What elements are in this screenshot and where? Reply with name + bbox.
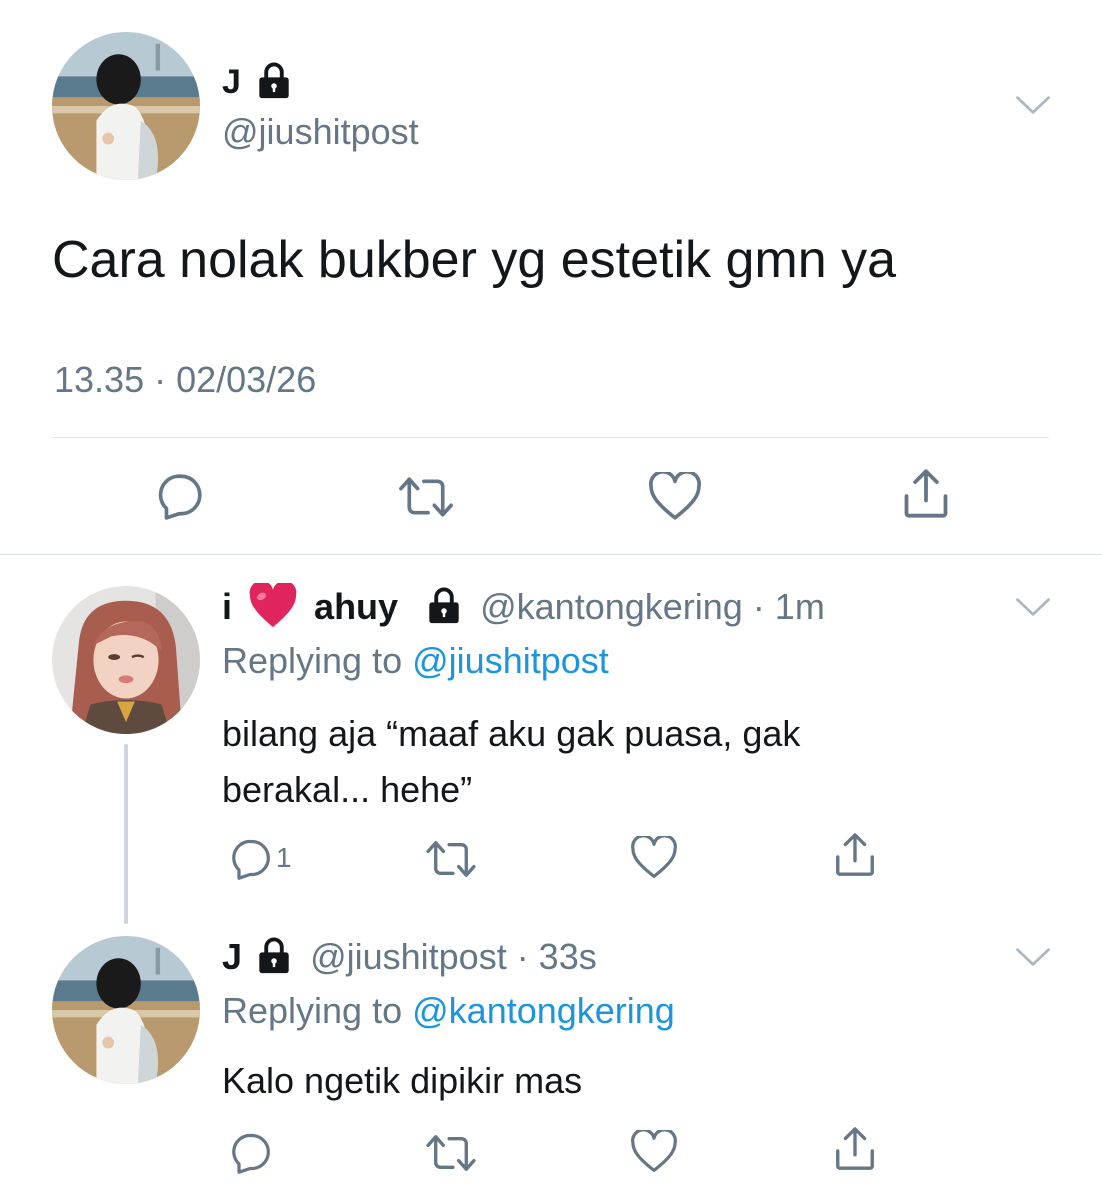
thread-line bbox=[124, 744, 128, 924]
like-icon bbox=[630, 1130, 678, 1174]
main-tweet-avatar[interactable] bbox=[52, 32, 200, 180]
reply-1-text: bilang aja “maaf aku gak puasa, gak bera… bbox=[222, 706, 800, 818]
mention-link[interactable]: @kantongkering bbox=[412, 990, 675, 1031]
chevron-down-icon[interactable] bbox=[1014, 596, 1052, 618]
lock-icon bbox=[256, 936, 292, 974]
retweet-button[interactable] bbox=[424, 838, 478, 880]
mention-link[interactable]: @jiushitpost bbox=[412, 640, 609, 681]
reply-2-header[interactable]: J @jiushitpost · 33s bbox=[222, 934, 597, 980]
like-button[interactable] bbox=[630, 836, 678, 880]
share-button[interactable] bbox=[832, 1126, 878, 1172]
heart-emoji bbox=[248, 583, 298, 629]
reply-count: 1 bbox=[276, 842, 292, 873]
chevron-down-icon[interactable] bbox=[1014, 94, 1052, 116]
share-button[interactable] bbox=[832, 832, 878, 878]
avatar-image bbox=[52, 32, 200, 180]
like-button[interactable] bbox=[630, 1130, 678, 1174]
retweet-icon bbox=[424, 838, 478, 880]
reply-icon bbox=[154, 470, 204, 520]
reply-2-avatar[interactable] bbox=[52, 936, 200, 1084]
reply-text-line: berakal... hehe” bbox=[222, 769, 473, 810]
reply-1-header[interactable]: i ahuy @kantongkering · 1m bbox=[222, 584, 825, 630]
like-icon bbox=[630, 836, 678, 880]
author-name-prefix: i bbox=[222, 586, 233, 627]
divider bbox=[52, 437, 1049, 438]
author-handle-time: @jiushitpost · 33s bbox=[310, 936, 597, 977]
reply-button[interactable] bbox=[228, 1130, 272, 1174]
lock-icon bbox=[256, 61, 292, 99]
reply-button[interactable] bbox=[154, 470, 204, 520]
author-handle-time: @kantongkering · 1m bbox=[480, 586, 825, 627]
retweet-button[interactable] bbox=[424, 1132, 478, 1174]
reply-icon bbox=[228, 1130, 272, 1174]
replying-label: Replying to bbox=[222, 640, 403, 681]
retweet-button[interactable] bbox=[396, 474, 456, 520]
reply-1-replying-to: Replying to @jiushitpost bbox=[222, 638, 609, 684]
retweet-icon bbox=[424, 1132, 478, 1174]
like-button[interactable] bbox=[648, 472, 702, 522]
reply-2-replying-to: Replying to @kantongkering bbox=[222, 988, 675, 1034]
author-name: J bbox=[222, 936, 243, 977]
avatar-image bbox=[52, 936, 200, 1084]
replying-label: Replying to bbox=[222, 990, 403, 1031]
avatar-image bbox=[52, 586, 200, 734]
main-tweet-text: Cara nolak bukber yg estetik gmn ya bbox=[52, 231, 896, 289]
section-divider bbox=[0, 554, 1102, 555]
chevron-down-icon[interactable] bbox=[1014, 946, 1052, 968]
share-icon bbox=[900, 468, 952, 520]
retweet-icon bbox=[396, 474, 456, 520]
author-name-suffix: ahuy bbox=[314, 586, 399, 627]
reply-button[interactable] bbox=[228, 836, 272, 880]
reply-1-avatar[interactable] bbox=[52, 586, 200, 734]
author-name: J bbox=[222, 63, 241, 101]
main-tweet-handle[interactable]: @jiushitpost bbox=[222, 110, 419, 154]
share-icon bbox=[832, 832, 878, 878]
main-tweet-timestamp: 13.35 · 02/03/26 bbox=[54, 359, 317, 400]
reply-icon bbox=[228, 836, 272, 880]
like-icon bbox=[648, 472, 702, 522]
share-button[interactable] bbox=[900, 468, 952, 520]
lock-icon bbox=[426, 586, 462, 624]
reply-2-text: Kalo ngetik dipikir mas bbox=[222, 1060, 583, 1101]
reply-text-line: bilang aja “maaf aku gak puasa, gak bbox=[222, 713, 801, 754]
share-icon bbox=[832, 1126, 878, 1172]
main-tweet-author[interactable]: J bbox=[222, 62, 292, 102]
